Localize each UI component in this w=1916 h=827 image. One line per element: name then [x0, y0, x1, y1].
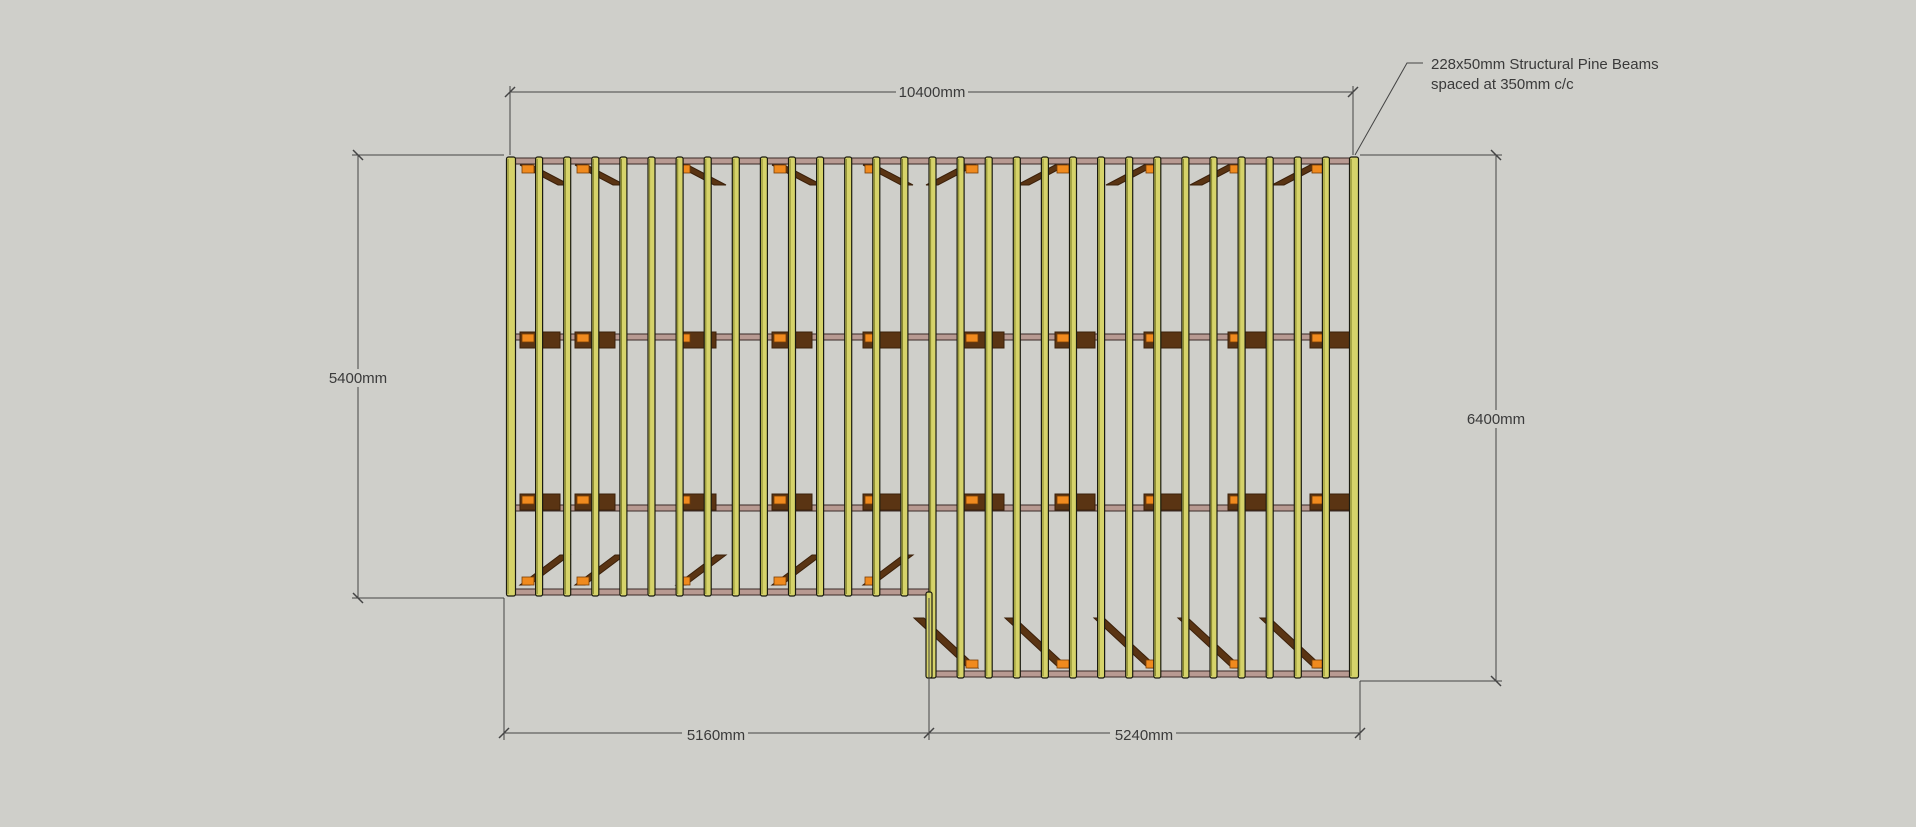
- pine-beam-28: [1265, 156, 1274, 679]
- pine-beam-10: [759, 156, 769, 597]
- pine-beam-24: [1153, 156, 1162, 679]
- block-c7-r1: [1056, 164, 1070, 174]
- block-c7-r3: [1056, 495, 1070, 505]
- bearer-4: [509, 588, 931, 596]
- pine-beam-20: [1040, 156, 1050, 679]
- dim-left-label: 5400mm: [329, 370, 387, 387]
- block-c1-r1: [521, 164, 535, 174]
- pine-beam-8: [703, 156, 712, 597]
- pine-beam-17: [956, 156, 965, 679]
- block-c7-r2: [1056, 333, 1070, 343]
- deck-framing-plan: 10400mm 5400mm 6400mm 5160mm 5240mm 228x…: [0, 0, 1916, 827]
- pine-beam-25: [1181, 156, 1190, 679]
- pine-beam-13: [844, 156, 853, 597]
- bearer-5: [929, 670, 1353, 678]
- pine-beam-4: [591, 156, 600, 597]
- block-c6-r3: [965, 495, 979, 505]
- pine-beam-5: [619, 156, 628, 597]
- block-c6-r2: [965, 333, 979, 343]
- block-c4-r1: [773, 164, 787, 174]
- pine-beam-12: [815, 156, 825, 597]
- pine-beam-19: [1012, 156, 1021, 679]
- pine-beam-18: [984, 156, 993, 679]
- pine-beam-2: [534, 156, 544, 597]
- dim-right-label: 6400mm: [1467, 411, 1525, 428]
- block-c2-r3: [576, 495, 590, 505]
- block-c2-r4: [576, 576, 590, 586]
- pine-beam-14: [872, 156, 881, 597]
- block-c1-r4: [521, 576, 535, 586]
- dim-bottom-right-label: 5240mm: [1115, 727, 1173, 744]
- pine-beam-27: [1237, 156, 1246, 679]
- block-c4-r2: [773, 333, 787, 343]
- block-c1-r3: [521, 495, 535, 505]
- pine-beam-29: [1293, 156, 1302, 679]
- pine-beam-11: [787, 156, 797, 597]
- block-c7-r5: [1056, 659, 1070, 669]
- pine-beam-15: [900, 156, 909, 597]
- pine-beam-26: [1209, 156, 1218, 679]
- pine-beam-22: [1096, 156, 1106, 679]
- callout-line-1: 228x50mm Structural Pine Beams: [1431, 56, 1659, 73]
- pine-beam-9: [731, 156, 740, 597]
- block-c6-r1: [965, 164, 979, 174]
- pine-beam-6: [647, 156, 656, 597]
- pine-beam-23: [1125, 156, 1134, 679]
- pine-beam-30: [1321, 156, 1331, 679]
- block-c4-r4: [773, 576, 787, 586]
- block-c4-r3: [773, 495, 787, 505]
- pine-beam-3: [563, 156, 572, 597]
- dim-top-label: 10400mm: [899, 84, 966, 101]
- pine-beam-21: [1068, 156, 1078, 679]
- block-c1-r2: [521, 333, 535, 343]
- block-c6-r5: [965, 659, 979, 669]
- block-c2-r1: [576, 164, 590, 174]
- block-c2-r2: [576, 333, 590, 343]
- callout-line-2: spaced at 350mm c/c: [1431, 76, 1574, 93]
- pine-beam-7: [675, 156, 684, 597]
- dim-bottom-left-label: 5160mm: [687, 727, 745, 744]
